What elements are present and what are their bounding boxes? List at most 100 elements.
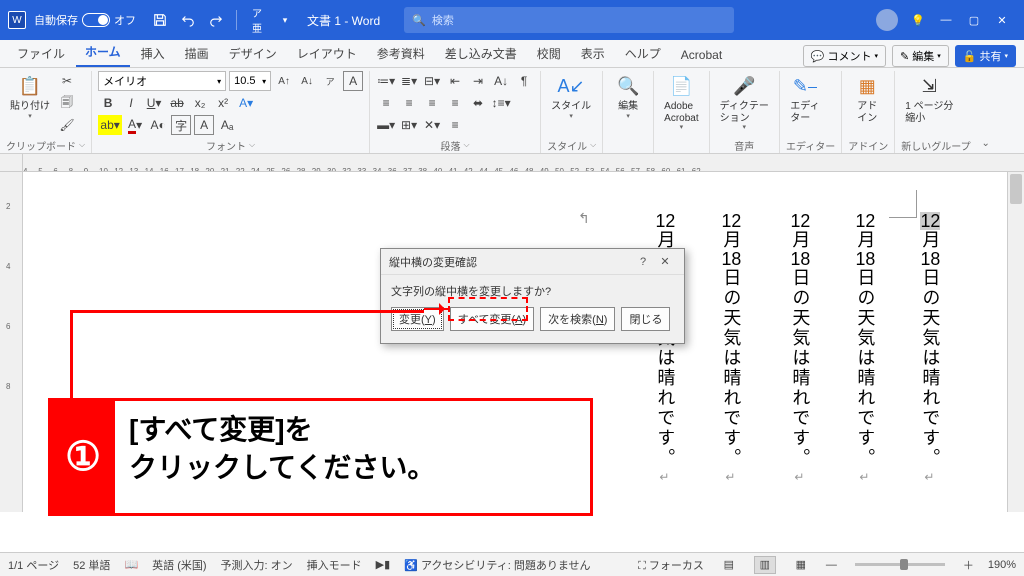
undo-button[interactable] [175, 7, 201, 33]
dictation-button[interactable]: 🎤ディクテー ション▾ [716, 71, 773, 134]
superscript-button[interactable]: x² [213, 93, 233, 113]
increase-indent-button[interactable]: ⇥ [468, 71, 488, 91]
dialog-close-button[interactable]: ✕ [654, 255, 676, 268]
find-button[interactable]: 🔍編集▾ [609, 71, 647, 123]
accessibility-status[interactable]: ♿ アクセシビリティ: 問題ありません [404, 557, 590, 573]
shading-button[interactable]: ▬▾ [376, 115, 396, 135]
decrease-font-button[interactable]: A↓ [297, 71, 317, 91]
char-shading-button[interactable]: A◐ [148, 115, 168, 135]
tab-help[interactable]: ヘルプ [616, 40, 670, 67]
autosave-toggle[interactable]: 自動保存 オフ [34, 12, 136, 28]
font-size-combo[interactable]: 10.5▾ [229, 71, 271, 91]
focus-mode-button[interactable]: ⛶ フォーカス [638, 557, 704, 573]
share-button[interactable]: 🔓 共有 ▾ [955, 45, 1016, 67]
justify-button[interactable]: ≡ [445, 93, 465, 113]
find-next-button[interactable]: 次を検索(N) [540, 307, 615, 331]
comments-button[interactable]: 💬 コメント ▾ [803, 45, 886, 67]
distribute-button[interactable]: ⬌ [468, 93, 488, 113]
borders-button[interactable]: ⊞▾ [399, 115, 419, 135]
tab-references[interactable]: 参考資料 [368, 40, 434, 67]
italic-button[interactable]: I [121, 93, 141, 113]
collapse-ribbon-button[interactable]: ⌄ [981, 138, 989, 149]
format-painter-button[interactable]: 🖌 [57, 115, 77, 135]
dialog-close-text-button[interactable]: 閉じる [621, 307, 670, 331]
tab-view[interactable]: 表示 [572, 40, 614, 67]
vertical-scrollbar[interactable] [1007, 172, 1024, 512]
multilevel-list-button[interactable]: ⊟▾ [422, 71, 442, 91]
horizontal-ruler[interactable]: 4568910121314161718202122242526282930323… [0, 154, 1024, 172]
clear-format-button[interactable]: Aₐ [217, 115, 237, 135]
tab-draw[interactable]: 描画 [176, 40, 218, 67]
maximize-button[interactable]: ▢ [961, 7, 987, 33]
phonetic-guide-button[interactable]: ア [320, 71, 340, 91]
zoom-slider[interactable] [855, 563, 945, 566]
web-layout-button[interactable]: ▦ [790, 556, 812, 574]
print-layout-button[interactable]: ▥ [754, 556, 776, 574]
predict-status[interactable]: 予測入力: オン [221, 557, 293, 573]
tab-file[interactable]: ファイル [8, 40, 74, 67]
char-border-button[interactable]: A [343, 71, 363, 91]
subscript-button[interactable]: x₂ [190, 93, 210, 113]
tab-layout[interactable]: レイアウト [288, 40, 366, 67]
tab-insert[interactable]: 挿入 [132, 40, 174, 67]
editing-mode-button[interactable]: ✎ 編集 ▾ [892, 45, 949, 67]
paste-button[interactable]: 📋貼り付け▾ [6, 71, 54, 123]
zoom-in-button[interactable]: ＋ [963, 557, 974, 573]
align-center-button[interactable]: ≡ [399, 93, 419, 113]
editor-button[interactable]: ✎⎯エディ ター [786, 71, 824, 126]
change-all-button[interactable]: すべて変更(A) [450, 307, 534, 331]
tab-home[interactable]: ホーム [76, 38, 130, 67]
font-color-button[interactable]: A▾ [125, 115, 145, 135]
qat-more-button[interactable]: ▾ [272, 7, 298, 33]
tab-review[interactable]: 校閲 [528, 40, 570, 67]
page-count[interactable]: 1/1 ページ [8, 557, 59, 573]
insert-mode-status[interactable]: 挿入モード [307, 557, 362, 573]
addins-button[interactable]: ▦アド イン [848, 71, 886, 126]
read-mode-button[interactable]: ▤ [718, 556, 740, 574]
strikethrough-button[interactable]: ab [167, 93, 187, 113]
search-box[interactable]: 🔍 検索 [404, 7, 734, 33]
zoom-level[interactable]: 190% [988, 559, 1016, 571]
bullets-button[interactable]: ≔▾ [376, 71, 396, 91]
minimize-button[interactable]: ― [933, 7, 959, 33]
enclose-char-button[interactable]: 字 [171, 115, 191, 135]
convert-button[interactable]: ≡ [445, 115, 465, 135]
macro-icon[interactable]: ▶▮ [376, 558, 391, 571]
underline-button[interactable]: U▾ [144, 93, 164, 113]
redo-button[interactable] [203, 7, 229, 33]
align-right-button[interactable]: ≡ [422, 93, 442, 113]
help-button[interactable]: 💡 [905, 7, 931, 33]
font-name-combo[interactable]: メイリオ▾ [98, 71, 226, 91]
align-left-button[interactable]: ≡ [376, 93, 396, 113]
shrink-page-button[interactable]: ⇲1 ページ分 縮小 [901, 71, 957, 126]
sort-button[interactable]: A↓ [491, 71, 511, 91]
phonetic-button[interactable]: ア亜 [244, 7, 270, 33]
increase-font-button[interactable]: A↑ [274, 71, 294, 91]
text-effects-button[interactable]: A▾ [236, 93, 256, 113]
highlight-button[interactable]: ab▾ [98, 115, 122, 135]
save-button[interactable] [147, 7, 173, 33]
numbering-button[interactable]: ≣▾ [399, 71, 419, 91]
zoom-out-button[interactable]: ― [826, 559, 837, 571]
asian-layout-button[interactable]: ✕▾ [422, 115, 442, 135]
close-button[interactable]: ✕ [989, 7, 1015, 33]
dialog-help-button[interactable]: ? [632, 256, 654, 268]
line-spacing-button[interactable]: ↕≡▾ [491, 93, 511, 113]
show-marks-button[interactable]: ¶ [514, 71, 534, 91]
tab-acrobat[interactable]: Acrobat [672, 43, 731, 67]
bold-button[interactable]: B [98, 93, 118, 113]
scrollbar-thumb[interactable] [1010, 174, 1022, 204]
word-count[interactable]: 52 単語 [73, 557, 110, 573]
tab-mailings[interactable]: 差し込み文書 [436, 40, 526, 67]
tab-design[interactable]: デザイン [220, 40, 286, 67]
copy-button[interactable]: 🗐 [57, 93, 77, 113]
vertical-ruler[interactable]: 2468 [0, 172, 23, 512]
char-scale-button[interactable]: A [194, 115, 214, 135]
cut-button[interactable]: ✂ [57, 71, 77, 91]
language-status[interactable]: 英語 (米国) [152, 557, 206, 573]
spellcheck-icon[interactable]: 📖 [124, 558, 138, 571]
styles-button[interactable]: A↙スタイル▾ [547, 71, 595, 123]
decrease-indent-button[interactable]: ⇤ [445, 71, 465, 91]
account-avatar[interactable] [876, 9, 898, 31]
acrobat-button[interactable]: 📄Adobe Acrobat▾ [660, 71, 702, 134]
